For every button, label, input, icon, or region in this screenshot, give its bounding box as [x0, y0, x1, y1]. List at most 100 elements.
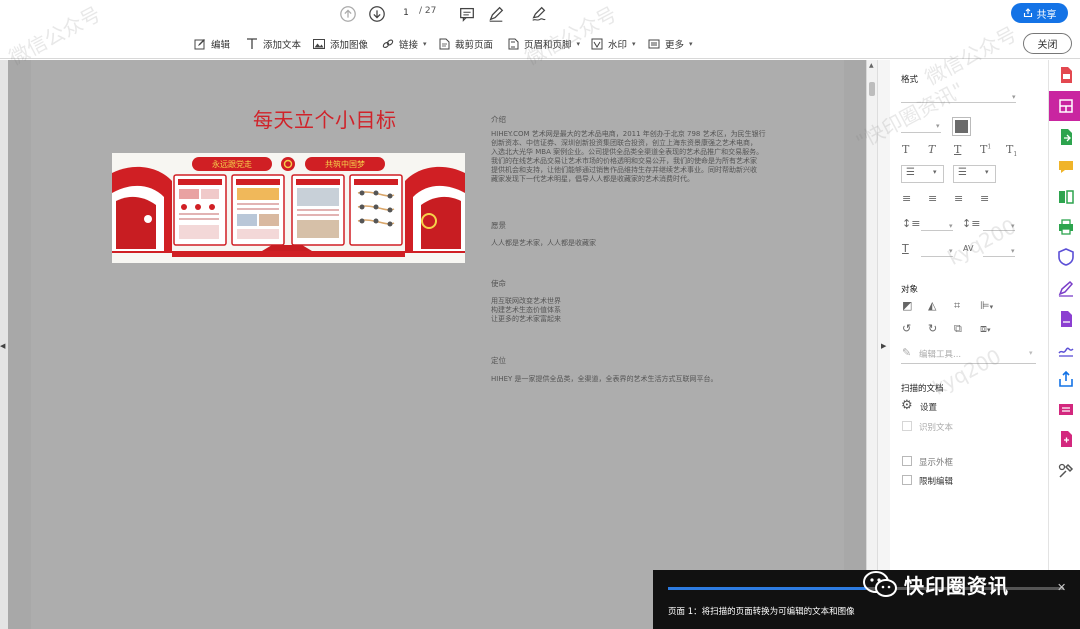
replace-image-icon[interactable]: ⧉ — [954, 322, 962, 336]
page-number-input[interactable]: 1 — [396, 4, 416, 22]
create-pdf-icon[interactable] — [1057, 66, 1075, 84]
comment-tool-icon[interactable] — [1057, 158, 1075, 176]
chevron-down-icon[interactable]: ▾ — [936, 122, 940, 130]
prev-page-icon[interactable] — [338, 4, 358, 24]
chevron-down-icon[interactable]: ▾ — [1011, 247, 1015, 255]
close-button[interactable]: 关闭 — [1023, 33, 1072, 54]
recognize-text-label: 识别文本 — [919, 423, 954, 433]
group-objects-icon[interactable]: ⧈▾ — [980, 322, 991, 336]
horizontal-scale-icon[interactable]: T — [902, 242, 909, 255]
font-size-dropdown[interactable] — [901, 132, 941, 133]
chevron-down-icon[interactable]: ▾ — [949, 222, 953, 230]
panel-3 — [291, 174, 345, 246]
align-center-icon[interactable]: ≡ — [928, 192, 937, 205]
intro-line: 藏家发现下一代艺术明星，倡导人人都是收藏家的艺术消费时代。 — [491, 174, 694, 183]
panel-4 — [349, 174, 403, 246]
align-right-icon[interactable]: ≡ — [954, 192, 963, 205]
mission-line: 让更多的艺术家富起来 — [491, 314, 561, 323]
text-style-icon[interactable]: T — [902, 143, 909, 156]
section-heading-mission[interactable]: 使命 — [491, 278, 506, 289]
image-icon — [313, 39, 325, 49]
flip-vertical-icon[interactable]: ◩ — [902, 299, 912, 312]
print-production-icon[interactable] — [1057, 218, 1075, 236]
rich-media-icon[interactable] — [1057, 430, 1075, 448]
scrollbar-thumb[interactable] — [869, 82, 875, 96]
objects-heading: 对象 — [901, 285, 919, 295]
section-heading-intro[interactable]: 介绍 — [491, 114, 506, 125]
section-heading-positioning[interactable]: 定位 — [491, 355, 506, 366]
chevron-down-icon: ▾ — [933, 168, 937, 176]
show-outline-checkbox[interactable] — [902, 456, 912, 466]
close-icon[interactable]: ✕ — [1057, 581, 1066, 594]
superscript-icon[interactable]: T1 — [980, 143, 991, 156]
format-heading: 格式 — [901, 75, 919, 85]
crop-pages-button[interactable]: 裁剪页面 — [437, 35, 493, 53]
intro-line: 我们的在线艺术品交易让艺术市场的价格透明和交易公开，我们的使命是为所有艺术家 — [491, 156, 757, 165]
link-button[interactable]: 链接 ▾ — [381, 35, 427, 53]
rotate-left-icon[interactable]: ↺ — [902, 322, 911, 335]
fill-sign-icon[interactable] — [1057, 280, 1075, 298]
more-tools-icon[interactable] — [1057, 462, 1075, 480]
protect-icon[interactable] — [1057, 248, 1075, 266]
share-button[interactable]: 共享 — [1011, 3, 1068, 23]
comment-icon[interactable] — [457, 4, 477, 24]
watermark-button[interactable]: 水印 ▾ — [590, 35, 636, 53]
line-spacing-icon[interactable]: ↕≡ — [902, 217, 920, 230]
edit-label: 编辑 — [211, 40, 231, 51]
export-pdf-icon[interactable] — [1057, 128, 1075, 146]
stamp-icon[interactable] — [1057, 400, 1075, 418]
organize-pages-icon[interactable] — [1057, 188, 1075, 206]
numbered-list-dropdown[interactable]: ☰ ▾ — [953, 165, 996, 183]
edit-button[interactable]: 编辑 — [193, 35, 230, 53]
restrict-editing-checkbox[interactable] — [902, 475, 912, 485]
arrange-objects-icon[interactable]: ⊫▾ — [980, 299, 993, 312]
bullet-list-dropdown[interactable]: ☰ ▾ — [901, 165, 944, 183]
intro-line: 入选北大光华 MBA 案例企业。公司提供全品类全渠道全表现的艺术品推广和交易服务… — [491, 147, 764, 156]
share-file-icon[interactable] — [1057, 370, 1075, 388]
char-spacing-dropdown[interactable] — [983, 256, 1015, 257]
gear-icon[interactable]: ⚙ — [901, 398, 913, 413]
intro-line: 创新资本、中信证券、深圳创新投资集团联合投资，创立上海东资景康强之艺术电商， — [491, 138, 757, 147]
tools-strip — [1048, 60, 1080, 629]
flip-horizontal-icon[interactable]: ◭ — [928, 299, 936, 312]
italic-icon[interactable]: T — [928, 143, 935, 156]
subscript-icon[interactable]: T1 — [1006, 143, 1017, 158]
certificates-icon[interactable] — [1057, 340, 1075, 358]
align-left-icon[interactable]: ≡ — [902, 192, 911, 205]
show-outline-label: 显示外框 — [919, 458, 954, 468]
document-image[interactable]: 永远跟党走 共筑中国梦 — [112, 153, 465, 263]
chevron-down-icon[interactable]: ▾ — [1029, 349, 1033, 357]
header-footer-icon — [508, 38, 519, 50]
numbered-list-icon: ☰ — [958, 167, 967, 178]
expand-left-panel-icon[interactable]: ◀ — [0, 342, 5, 350]
highlight-pen-icon[interactable] — [486, 4, 506, 24]
send-for-signature-icon[interactable] — [1057, 310, 1075, 328]
acrobat-window: 1 / 27 共享 编辑 添加文本 添加图像 链接 ▾ 裁剪页面 页眉和页脚 ▾… — [0, 0, 1080, 629]
more-button[interactable]: 更多 ▾ — [647, 35, 693, 53]
document-title[interactable]: 每天立个小目标 — [253, 104, 397, 133]
font-color-picker[interactable] — [952, 117, 971, 136]
crop-image-icon[interactable]: ⌗ — [954, 299, 960, 313]
add-text-button[interactable]: 添加文本 — [245, 35, 301, 53]
section-body-mission[interactable]: 用互联网改变艺术世界 构建艺术生态价值体系 让更多的艺术家富起来 — [491, 297, 561, 324]
next-page-icon[interactable] — [367, 4, 387, 24]
scroll-up-icon[interactable]: ▲ — [869, 62, 874, 69]
restrict-editing-label: 限制编辑 — [919, 477, 954, 487]
section-heading-vision[interactable]: 愿景 — [491, 220, 506, 231]
line-spacing-dropdown[interactable] — [921, 230, 953, 231]
edit-pdf-tool-icon[interactable] — [1057, 97, 1075, 115]
section-body-positioning[interactable]: HIHEY 是一家提供全品类，全渠道，全表界的艺术生活方式互联网平台。 — [491, 375, 718, 384]
justify-icon[interactable]: ≡ — [980, 192, 989, 205]
add-image-button[interactable]: 添加图像 — [312, 35, 368, 53]
settings-link[interactable]: 设置 — [920, 401, 937, 413]
sign-icon[interactable] — [529, 4, 549, 24]
rotate-right-icon[interactable]: ↻ — [928, 322, 937, 335]
edit-tool-pencil-icon: ✎ — [902, 346, 912, 359]
paragraph-spacing-icon[interactable]: ↕≡ — [962, 217, 980, 230]
underline-icon[interactable]: T — [954, 143, 961, 156]
section-body-vision[interactable]: 人人都是艺术家，人人都是收藏家 — [491, 239, 596, 248]
section-body-intro[interactable]: HIHEY.COM 艺术网是最大的艺术品电商，2011 年创办于北京 798 艺… — [491, 130, 766, 183]
chevron-down-icon[interactable]: ▾ — [1012, 93, 1016, 101]
edit-tool-dropdown[interactable]: 编辑工具... — [919, 348, 961, 360]
recognize-text-checkbox[interactable] — [902, 421, 912, 431]
